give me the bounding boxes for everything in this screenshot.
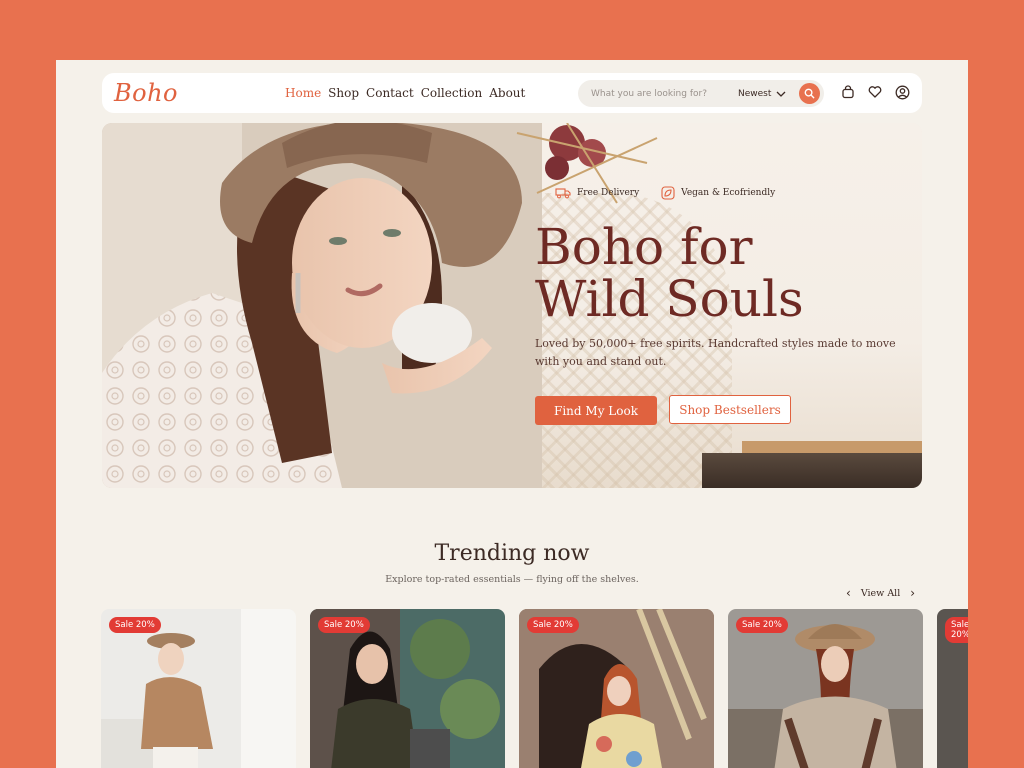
hero-model-image bbox=[102, 123, 542, 488]
sale-badge: Sale 20% bbox=[736, 617, 788, 633]
sale-badge: Sale 20% bbox=[318, 617, 370, 633]
top-navbar: Boho Home Shop Contact Collection About … bbox=[102, 73, 922, 113]
nav-link-shop[interactable]: Shop bbox=[328, 86, 359, 100]
view-all-link[interactable]: View All bbox=[861, 588, 900, 599]
hero-subtitle: Loved by 50,000+ free spirits. Handcraft… bbox=[535, 337, 896, 368]
heart-icon[interactable] bbox=[867, 84, 883, 100]
product-card[interactable]: Sale 20% bbox=[728, 609, 923, 768]
chevron-left-icon[interactable]: ‹ bbox=[846, 586, 851, 600]
product-card[interactable]: Sale 20% bbox=[310, 609, 505, 768]
shop-bestsellers-button[interactable]: Shop Bestsellers bbox=[669, 395, 791, 424]
nav-link-collection[interactable]: Collection bbox=[421, 86, 483, 100]
sort-dropdown[interactable]: Newest bbox=[738, 80, 786, 107]
sale-badge: Sale 20% bbox=[109, 617, 161, 633]
search-bar: Newest bbox=[578, 80, 824, 107]
cart-icon[interactable] bbox=[840, 84, 856, 100]
trending-title: Trending now bbox=[434, 541, 590, 566]
badge-free-delivery-label: Free Delivery bbox=[577, 188, 640, 198]
search-button[interactable] bbox=[799, 83, 820, 104]
chevron-right-icon[interactable]: › bbox=[910, 586, 915, 600]
product-card[interactable]: Sale 20% bbox=[101, 609, 296, 768]
hero-banner: Free Delivery Vegan & Ecofriendly Boho f… bbox=[102, 123, 922, 488]
hero-title-line1: Boho for bbox=[535, 218, 753, 276]
user-icon[interactable] bbox=[894, 84, 910, 100]
brand-logo[interactable]: Boho bbox=[114, 79, 274, 107]
badge-free-delivery: Free Delivery bbox=[555, 186, 639, 200]
badge-vegan-label: Vegan & Ecofriendly bbox=[681, 188, 776, 198]
view-all-controls: ‹ View All › bbox=[846, 586, 915, 600]
nav-link-contact[interactable]: Contact bbox=[366, 86, 414, 100]
nav-link-about[interactable]: About bbox=[489, 86, 525, 100]
sort-label: Newest bbox=[738, 88, 772, 99]
find-my-look-button[interactable]: Find My Look bbox=[535, 396, 657, 425]
hero-badges: Free Delivery Vegan & Ecofriendly bbox=[555, 186, 775, 200]
delivery-truck-icon bbox=[555, 188, 571, 199]
chevron-down-icon bbox=[776, 91, 786, 97]
trending-subtitle: Explore top-rated essentials — flying of… bbox=[385, 574, 639, 585]
hero-title-line2: Wild Souls bbox=[535, 270, 804, 328]
hero-floor bbox=[702, 453, 922, 488]
nav-link-home[interactable]: Home bbox=[285, 86, 321, 100]
page: Boho Home Shop Contact Collection About … bbox=[56, 60, 968, 768]
product-carousel: Sale 20% Sale 20% Sale 20% Sale 20% Sale… bbox=[101, 609, 968, 768]
product-card[interactable]: Sale 20% bbox=[937, 609, 968, 768]
badge-vegan: Vegan & Ecofriendly bbox=[661, 186, 775, 200]
hero-title: Boho for Wild Souls bbox=[535, 221, 915, 325]
leaf-icon bbox=[661, 186, 675, 200]
search-icon bbox=[804, 88, 815, 99]
main-menu: Home Shop Contact Collection About bbox=[285, 86, 525, 100]
sale-badge: Sale 20% bbox=[527, 617, 579, 633]
nav-icons bbox=[840, 84, 910, 100]
product-card[interactable]: Sale 20% bbox=[519, 609, 714, 768]
sale-badge: Sale 20% bbox=[945, 617, 968, 643]
search-input[interactable] bbox=[589, 87, 713, 100]
